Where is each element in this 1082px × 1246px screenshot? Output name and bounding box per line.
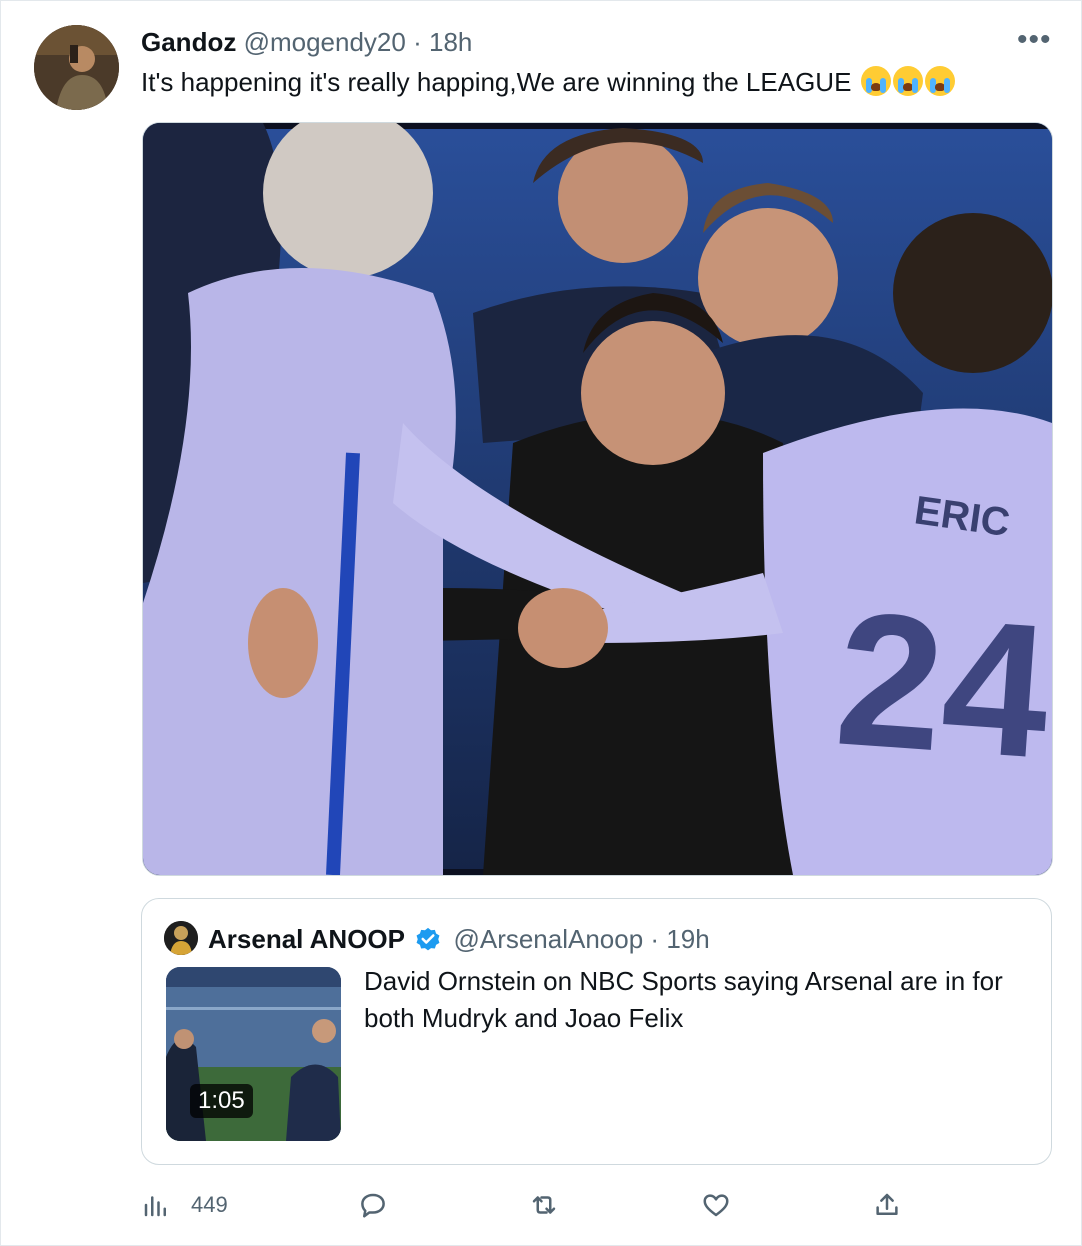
verified-badge-icon [416,927,440,951]
quoted-author-name[interactable]: Arsenal ANOOP [208,924,405,954]
author-avatar[interactable] [34,25,119,110]
crying-face-icon [924,66,955,96]
views-action[interactable]: 449 [141,1183,228,1227]
tweet-header: Gandoz @mogendy20 · 18h [141,27,472,57]
views-count: 449 [191,1192,228,1217]
header-separator: · [413,27,422,57]
tweet-card[interactable]: Gandoz @mogendy20 · 18h ••• It's happeni… [0,0,1082,1246]
crying-face-icon [892,66,923,96]
tweet-timestamp[interactable]: 18h [429,27,472,57]
tweet-text: It's happening it's really happing,We ar… [141,67,852,97]
tweet-text-line: It's happening it's really happing,We ar… [141,65,955,99]
analytics-icon [144,1196,166,1217]
retweet-button[interactable] [529,1183,559,1227]
more-options-icon[interactable]: ••• [1017,23,1052,57]
reply-icon [361,1193,385,1218]
quoted-tweet-text: David Ornstein on NBC Sports saying Arse… [364,966,1003,1033]
crying-face-icon [860,66,891,96]
quoted-tweet-timestamp[interactable]: 19h [666,924,709,954]
tweet-media-image[interactable]: ERIC 24 [142,122,1053,876]
share-icon [876,1193,898,1215]
video-duration-badge: 1:05 [190,1084,253,1118]
quoted-tweet[interactable]: Arsenal ANOOP @ArsenalAnoop · 19h 1:05 D… [141,898,1052,1165]
quoted-author-handle[interactable]: @ArsenalAnoop [453,924,643,954]
like-button[interactable] [701,1183,731,1227]
retweet-icon [532,1196,556,1214]
quoted-video-thumbnail[interactable]: 1:05 [166,967,341,1141]
author-name[interactable]: Gandoz [141,27,236,57]
author-handle[interactable]: @mogendy20 [244,27,406,57]
share-button[interactable] [872,1183,902,1227]
quoted-header-separator: · [650,924,660,954]
quoted-author-avatar[interactable] [164,921,198,955]
tweet-action-bar: 449 [141,1183,1050,1227]
reply-button[interactable] [358,1183,388,1227]
jersey-number: 24 [830,572,1052,798]
quoted-tweet-header: Arsenal ANOOP @ArsenalAnoop · 19h [208,924,710,954]
like-icon [703,1194,729,1217]
